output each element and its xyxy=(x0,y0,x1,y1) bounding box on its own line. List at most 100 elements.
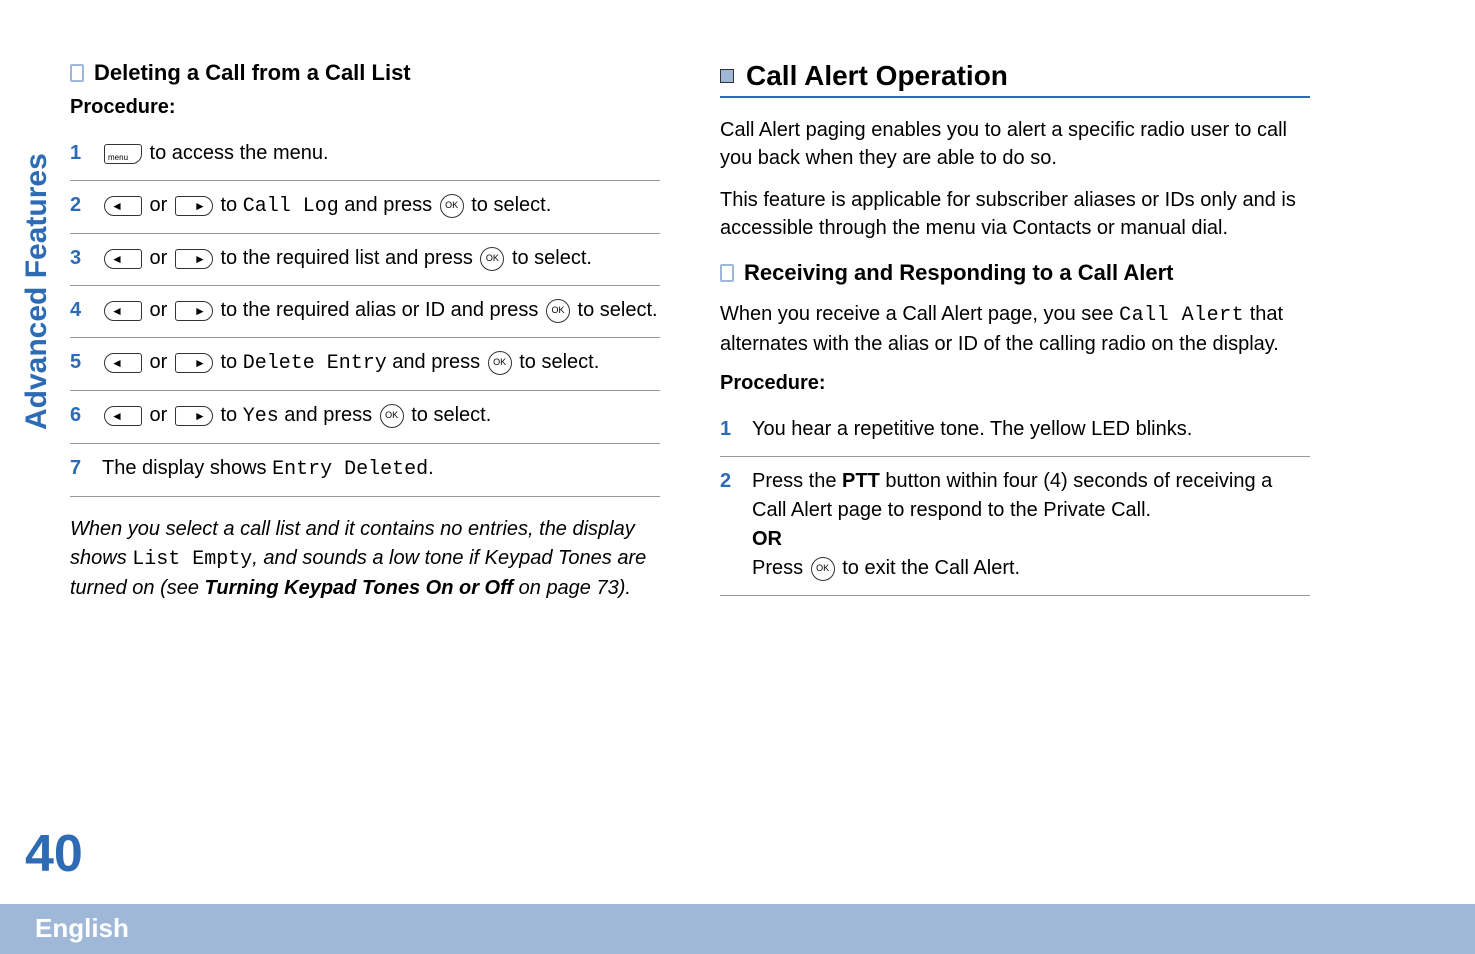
step-fragment: and press xyxy=(387,351,486,373)
right-arrow-icon xyxy=(175,249,213,269)
step-fragment: to the required alias or ID and press xyxy=(215,299,544,321)
step-fragment: or xyxy=(144,299,173,321)
left-note: When you select a call list and it conta… xyxy=(70,515,660,603)
sidebar-section-label: Advanced Features xyxy=(20,153,54,430)
step-text: or to Call Log and press to select. xyxy=(102,191,660,221)
intro-paragraph-2: This feature is applicable for subscribe… xyxy=(720,186,1310,242)
page-icon xyxy=(70,64,84,82)
ok-icon xyxy=(380,404,404,428)
step-2: 2 Press the PTT button within four (4) s… xyxy=(720,457,1310,596)
page-number: 40 xyxy=(25,824,83,884)
step-number: 6 xyxy=(70,401,88,431)
left-arrow-icon xyxy=(104,196,142,216)
footer-bar xyxy=(0,904,1475,954)
step-number: 4 xyxy=(70,296,88,325)
step-text: or to Yes and press to select. xyxy=(102,401,660,431)
step-fragment: to select. xyxy=(506,247,592,269)
ok-icon xyxy=(440,194,464,218)
step-1: 1 to access the menu. xyxy=(70,129,660,181)
footer-language: English xyxy=(35,913,129,944)
page-icon xyxy=(720,264,734,282)
step-fragment: to select. xyxy=(572,299,658,321)
step-mono: Entry Deleted xyxy=(272,458,428,481)
step-fragment: to select. xyxy=(406,404,492,426)
step-fragment: to access the menu. xyxy=(144,142,329,164)
right-steps: 1 You hear a repetitive tone. The yellow… xyxy=(720,405,1310,596)
step-or: OR xyxy=(752,528,782,550)
left-arrow-icon xyxy=(104,353,142,373)
right-subheading: Receiving and Responding to a Call Alert xyxy=(720,260,1310,286)
step-number: 5 xyxy=(70,348,88,378)
step-1: 1 You hear a repetitive tone. The yellow… xyxy=(720,405,1310,457)
left-subheading: Deleting a Call from a Call List xyxy=(70,60,660,86)
step-number: 1 xyxy=(720,415,738,444)
text-mono: Call Alert xyxy=(1119,304,1244,327)
step-number: 3 xyxy=(70,244,88,273)
step-7: 7 The display shows Entry Deleted. xyxy=(70,444,660,497)
step-6: 6 or to Yes and press to select. xyxy=(70,391,660,444)
step-number: 7 xyxy=(70,454,88,484)
step-3: 3 or to the required list and press to s… xyxy=(70,234,660,286)
note-bold: Turning Keypad Tones On or Off xyxy=(205,577,514,599)
step-fragment: and press xyxy=(339,194,438,216)
step-fragment: to select. xyxy=(466,194,552,216)
square-bullet-icon xyxy=(720,69,734,83)
right-arrow-icon xyxy=(175,353,213,373)
step-text: You hear a repetitive tone. The yellow L… xyxy=(752,415,1310,444)
step-2: 2 or to Call Log and press to select. xyxy=(70,181,660,234)
text-fragment: When you receive a Call Alert page, you … xyxy=(720,303,1119,325)
step-fragment: . xyxy=(428,457,434,479)
step-fragment: to xyxy=(215,351,243,373)
note-mono: List Empty xyxy=(132,548,252,571)
section-title: Call Alert Operation xyxy=(746,60,1008,92)
step-fragment: to exit the Call Alert. xyxy=(837,557,1020,579)
step-text: or to Delete Entry and press to select. xyxy=(102,348,660,378)
left-steps: 1 to access the menu. 2 or to Call Log a… xyxy=(70,129,660,497)
note-fragment: on page 73). xyxy=(513,577,631,599)
procedure-label-right: Procedure: xyxy=(720,372,1310,395)
step-fragment: to xyxy=(215,404,243,426)
ok-icon xyxy=(488,351,512,375)
left-column: Deleting a Call from a Call List Procedu… xyxy=(70,60,660,850)
menu-icon xyxy=(104,144,142,164)
step-text: or to the required list and press to sel… xyxy=(102,244,660,273)
right-arrow-icon xyxy=(175,301,213,321)
step-number: 2 xyxy=(70,191,88,221)
step-fragment: or xyxy=(144,247,173,269)
step-mono: Yes xyxy=(243,405,279,428)
step-fragment: to select. xyxy=(514,351,600,373)
step-fragment: Press the xyxy=(752,470,842,492)
step-5: 5 or to Delete Entry and press to select… xyxy=(70,338,660,391)
step-fragment: to xyxy=(215,194,243,216)
sub-intro: When you receive a Call Alert page, you … xyxy=(720,300,1310,358)
step-mono: Delete Entry xyxy=(243,352,387,375)
step-fragment: or xyxy=(144,404,173,426)
step-fragment: or xyxy=(144,194,173,216)
step-fragment: The display shows xyxy=(102,457,272,479)
left-arrow-icon xyxy=(104,301,142,321)
ok-icon xyxy=(480,247,504,271)
step-fragment: to the required list and press xyxy=(215,247,478,269)
left-heading-text: Deleting a Call from a Call List xyxy=(94,60,411,86)
step-mono: Call Log xyxy=(243,195,339,218)
right-section-heading: Call Alert Operation xyxy=(720,60,1310,98)
right-arrow-icon xyxy=(175,196,213,216)
step-number: 1 xyxy=(70,139,88,168)
step-number: 2 xyxy=(720,467,738,583)
step-bold: PTT xyxy=(842,470,880,492)
step-text: or to the required alias or ID and press… xyxy=(102,296,660,325)
intro-paragraph-1: Call Alert paging enables you to alert a… xyxy=(720,116,1310,172)
step-fragment: or xyxy=(144,351,173,373)
step-fragment: Press xyxy=(752,557,809,579)
procedure-label-left: Procedure: xyxy=(70,96,660,119)
right-column: Call Alert Operation Call Alert paging e… xyxy=(720,60,1310,850)
left-arrow-icon xyxy=(104,249,142,269)
step-fragment: You hear a repetitive tone. The yellow L… xyxy=(752,418,1192,440)
step-text: The display shows Entry Deleted. xyxy=(102,454,660,484)
step-text: to access the menu. xyxy=(102,139,660,168)
step-fragment: and press xyxy=(279,404,378,426)
ok-icon xyxy=(811,557,835,581)
right-arrow-icon xyxy=(175,406,213,426)
subheading-text: Receiving and Responding to a Call Alert xyxy=(744,260,1173,286)
step-text: Press the PTT button within four (4) sec… xyxy=(752,467,1310,583)
